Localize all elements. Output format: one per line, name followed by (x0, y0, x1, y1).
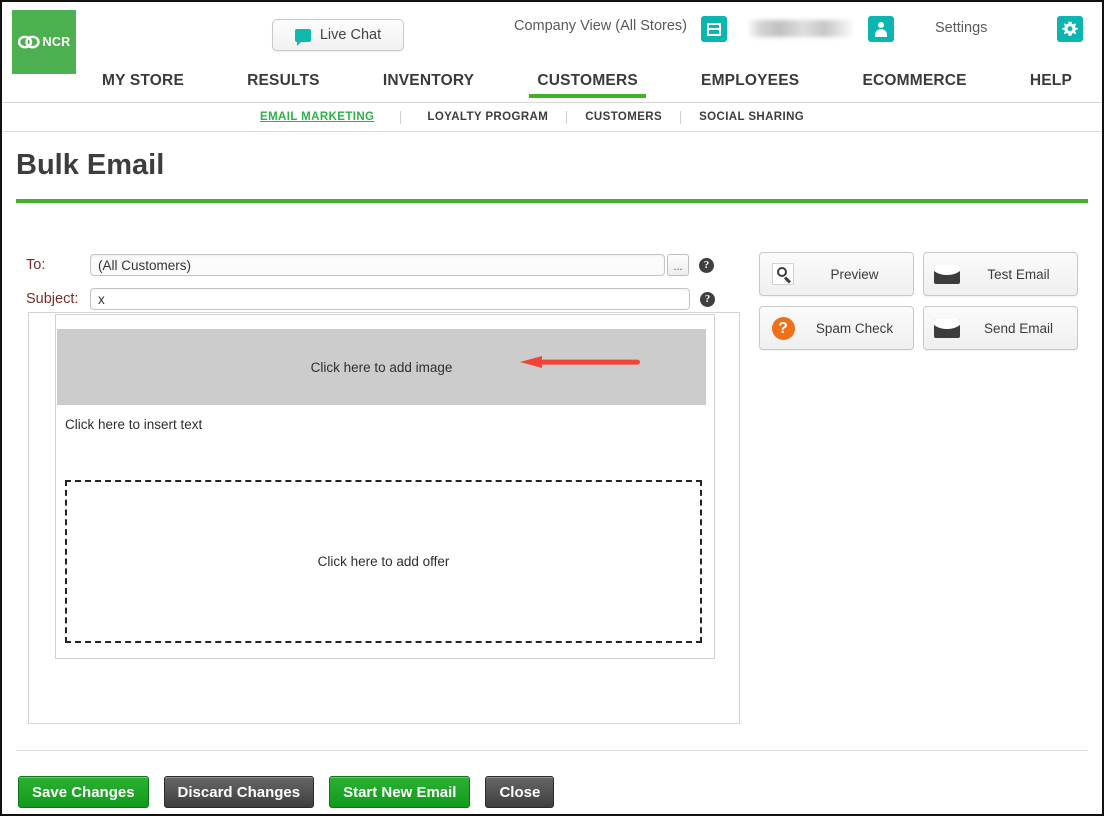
subject-field-row: Subject: ? (26, 288, 715, 310)
envelope-icon (924, 264, 970, 284)
add-offer-label: Click here to add offer (317, 554, 450, 569)
ncr-logo[interactable]: NCR (12, 10, 76, 74)
store-glyph (707, 22, 721, 36)
chat-bubble-icon (294, 28, 311, 46)
main-navigation: MY STORE RESULTS INVENTORY CUSTOMERS EMP… (2, 72, 1102, 103)
page-title: Bulk Email (16, 149, 165, 181)
store-icon[interactable] (701, 16, 727, 42)
discard-changes-button[interactable]: Discard Changes (163, 776, 315, 808)
preview-button[interactable]: Preview (759, 252, 914, 296)
email-canvas: Click here to add image Click here to in… (55, 314, 715, 659)
close-button[interactable]: Close (485, 776, 555, 808)
nav-item-help[interactable]: HELP (1030, 72, 1072, 98)
subnav-item-social-sharing[interactable]: SOCIAL SHARING (699, 111, 804, 123)
gear-icon[interactable] (1057, 16, 1083, 42)
company-view-label: Company View (All Stores) (514, 18, 687, 34)
nav-item-employees[interactable]: EMPLOYEES (701, 72, 799, 98)
nav-item-inventory[interactable]: INVENTORY (383, 72, 474, 98)
nav-item-results[interactable]: RESULTS (247, 72, 320, 98)
live-chat-label: Live Chat (319, 27, 382, 43)
footer-button-bar: Save Changes Discard Changes Start New E… (18, 776, 555, 808)
question-circle-icon: ? (760, 316, 806, 340)
nav-item-ecommerce[interactable]: ECOMMERCE (862, 72, 966, 98)
spam-check-button[interactable]: ? Spam Check (759, 306, 914, 350)
sub-navigation: EMAIL MARKETING LOYALTY PROGRAM CUSTOMER… (2, 103, 1102, 132)
email-action-buttons: Preview Test Email ? Spam Check Send Ema… (759, 252, 1078, 350)
to-picker-button[interactable]: ... (667, 254, 689, 276)
to-field-row: To: ... ? (26, 254, 714, 276)
settings-link[interactable]: Settings (935, 20, 987, 36)
nav-item-my-store[interactable]: MY STORE (102, 72, 184, 98)
insert-text-placeholder[interactable]: Click here to insert text (65, 417, 202, 432)
subject-label: Subject: (26, 291, 79, 307)
user-glyph (873, 21, 889, 37)
test-email-button[interactable]: Test Email (923, 252, 1078, 296)
subnav-item-email-marketing[interactable]: EMAIL MARKETING (260, 111, 374, 123)
add-offer-placeholder[interactable]: Click here to add offer (65, 480, 702, 643)
footer-divider (16, 750, 1088, 751)
ncr-logo-mark: NCR (17, 34, 71, 50)
email-editor-panel: Click here to add image Click here to in… (28, 312, 740, 724)
subnav-item-loyalty-program[interactable]: LOYALTY PROGRAM (427, 111, 548, 123)
add-image-label: Click here to add image (310, 359, 453, 375)
subnav-item-customers[interactable]: CUSTOMERS (585, 111, 662, 123)
ncr-logo-text: NCR (42, 35, 71, 49)
spam-check-button-label: Spam Check (815, 320, 894, 336)
app-window: NCR Live Chat Company View (All Stores) … (0, 0, 1104, 816)
start-new-email-button[interactable]: Start New Email (329, 776, 471, 808)
to-input[interactable] (90, 254, 665, 276)
live-chat-button[interactable]: Live Chat (272, 19, 404, 51)
subnav-divider (566, 110, 568, 124)
main-nav-row: MY STORE RESULTS INVENTORY CUSTOMERS EMP… (102, 72, 1072, 102)
to-label: To: (26, 257, 46, 273)
to-help-icon[interactable]: ? (699, 257, 714, 273)
send-email-button-label: Send Email (983, 320, 1054, 336)
user-account-icon[interactable] (868, 16, 894, 42)
test-email-button-label: Test Email (987, 266, 1050, 282)
username-redacted (747, 20, 855, 37)
envelope-icon (924, 318, 970, 338)
top-header: NCR Live Chat Company View (All Stores) … (2, 2, 1102, 74)
title-accent-rule (16, 199, 1088, 203)
subnav-divider (680, 110, 682, 124)
send-email-button[interactable]: Send Email (923, 306, 1078, 350)
subnav-divider (400, 110, 402, 124)
subject-input[interactable] (90, 288, 690, 310)
preview-button-label: Preview (830, 266, 879, 282)
magnifier-icon (760, 263, 806, 285)
nav-item-customers[interactable]: CUSTOMERS (529, 72, 646, 98)
ncr-chain-icon (17, 35, 40, 49)
add-image-placeholder[interactable]: Click here to add image (57, 329, 706, 405)
subject-help-icon[interactable]: ? (700, 291, 715, 307)
gear-glyph (1062, 21, 1078, 36)
save-changes-button[interactable]: Save Changes (18, 776, 149, 808)
